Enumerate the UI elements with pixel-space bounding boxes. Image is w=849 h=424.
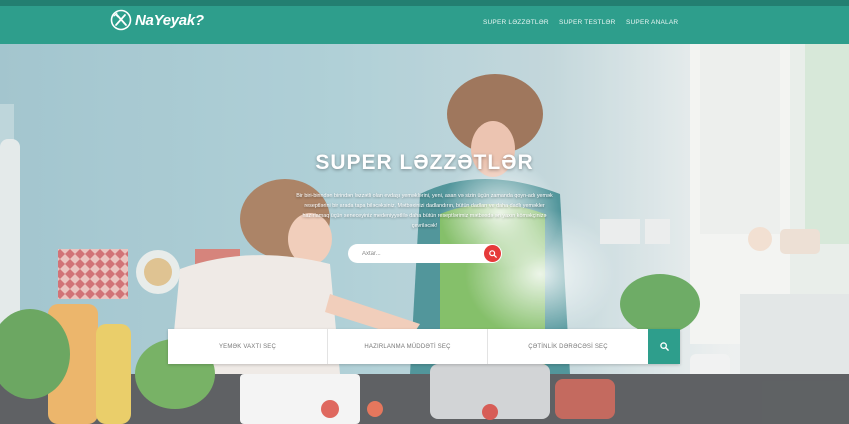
search-icon	[659, 342, 669, 351]
meal-time-select[interactable]: YEMƏK VAXTI SEÇ	[168, 329, 328, 364]
hero-section: SUPER LƏZZƏTLƏR Bir biri-birindən birind…	[0, 44, 849, 424]
search-icon	[488, 249, 497, 258]
nav-item-super-lezzetler[interactable]: SUPER LƏZZƏTLƏR	[483, 19, 549, 26]
logo[interactable]: NaYeyak?	[110, 9, 204, 31]
nav-item-super-testler[interactable]: SUPER TESTLƏR	[559, 19, 616, 26]
recipe-filter-bar: YEMƏK VAXTI SEÇ HAZIRLANMA MÜDDƏTİ SEÇ Ç…	[168, 329, 680, 364]
search-input[interactable]	[362, 248, 472, 259]
hero-search-box	[348, 244, 502, 263]
site-header: NaYeyak? SUPER LƏZZƏTLƏR SUPER TESTLƏR S…	[0, 6, 849, 44]
search-button[interactable]	[484, 245, 501, 262]
nav-item-super-analar[interactable]: SUPER ANALAR	[626, 19, 678, 26]
hero-description: Bir biri-birindən birindən ləzzətli olan…	[296, 193, 553, 229]
filter-search-button[interactable]	[648, 329, 680, 364]
prep-time-select[interactable]: HAZIRLANMA MÜDDƏTİ SEÇ	[328, 329, 488, 364]
logo-text: NaYeyak?	[135, 11, 204, 29]
hero-overlay	[0, 44, 849, 424]
difficulty-select[interactable]: ÇƏTİNLİK DƏRƏCƏSİ SEÇ	[488, 329, 648, 364]
hero-title: SUPER LƏZZƏTLƏR	[315, 151, 534, 174]
fork-knife-logo-icon	[110, 9, 132, 31]
